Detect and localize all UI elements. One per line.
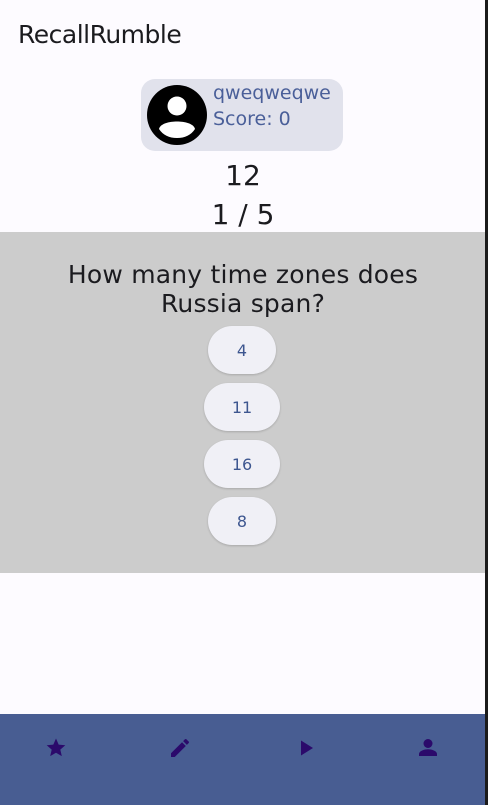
play-icon bbox=[294, 736, 318, 760]
profile-score: Score: 0 bbox=[213, 108, 291, 130]
answer-button-4[interactable]: 8 bbox=[208, 497, 276, 545]
profile-username: qweqweqwe bbox=[213, 82, 331, 104]
bottom-navigation bbox=[0, 714, 488, 805]
answer-button-2[interactable]: 11 bbox=[204, 383, 280, 431]
nav-favorites[interactable] bbox=[44, 736, 68, 760]
question-text: How many time zones does Russia span? bbox=[67, 260, 419, 318]
screen: RecallRumble qweqweqwe Score: 0 12 1 / 5… bbox=[0, 0, 488, 805]
question-panel: How many time zones does Russia span? 4 … bbox=[0, 232, 486, 573]
account-circle-icon bbox=[147, 85, 207, 145]
answer-button-3[interactable]: 16 bbox=[204, 440, 280, 488]
profile-card[interactable]: qweqweqwe Score: 0 bbox=[141, 79, 343, 151]
person-icon bbox=[416, 736, 440, 760]
answer-button-1[interactable]: 4 bbox=[208, 326, 276, 374]
nav-profile[interactable] bbox=[416, 736, 440, 760]
star-icon bbox=[44, 736, 68, 760]
question-progress: 1 / 5 bbox=[211, 198, 275, 231]
nav-play[interactable] bbox=[294, 736, 318, 760]
countdown-timer: 12 bbox=[225, 159, 261, 192]
app-title: RecallRumble bbox=[18, 20, 182, 49]
pencil-icon bbox=[168, 736, 192, 760]
nav-create[interactable] bbox=[168, 736, 192, 760]
